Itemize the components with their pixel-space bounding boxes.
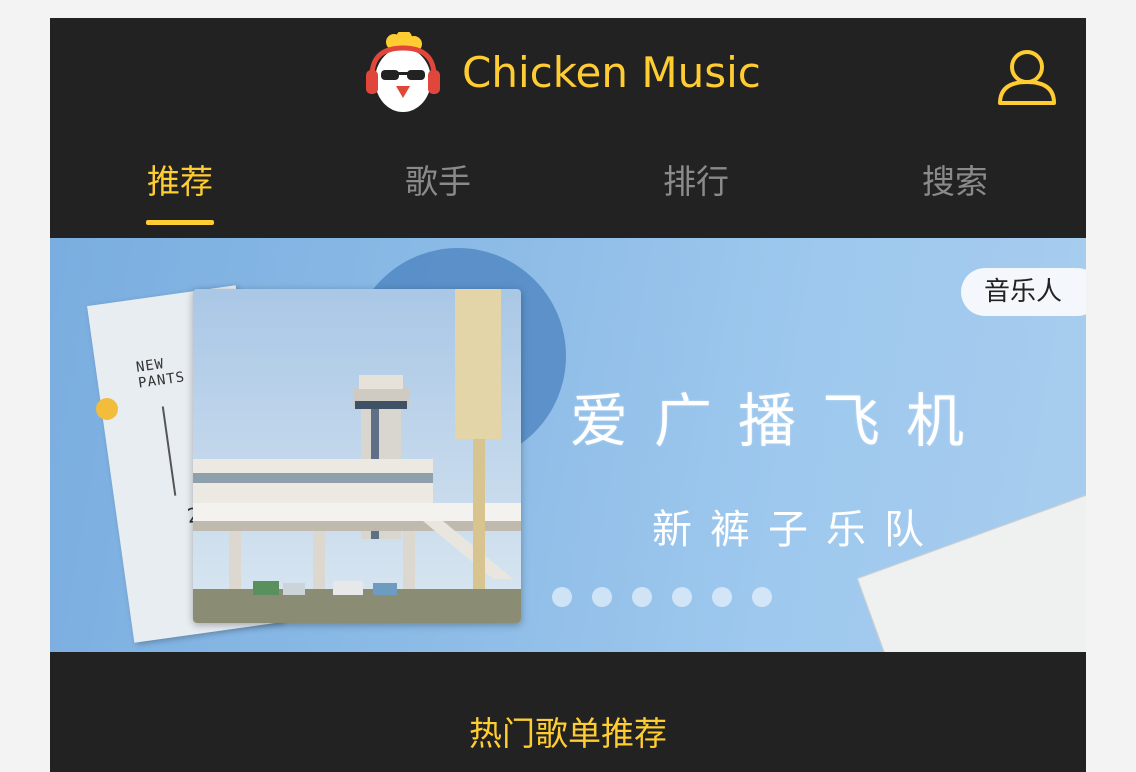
banner-photo <box>193 289 521 623</box>
tab-recommend[interactable]: 推荐 <box>115 158 245 206</box>
banner-slider[interactable]: NEWPANTS 20 <box>50 238 1086 652</box>
user-icon[interactable] <box>996 48 1058 106</box>
app-container: Chicken Music 推荐 歌手 排行 搜索 NEWPANTS 20 <box>50 18 1086 772</box>
ticket-line <box>161 406 177 496</box>
app-header: Chicken Music <box>50 18 1086 136</box>
slider-dot[interactable] <box>552 587 572 607</box>
hot-playlist-title: 热门歌单推荐 <box>469 714 667 753</box>
active-tab-indicator <box>146 220 214 225</box>
banner-tag: 音乐人 <box>984 277 1063 307</box>
tab-search[interactable]: 搜索 <box>890 158 1020 206</box>
slider-dot[interactable] <box>672 587 692 607</box>
slider-dot[interactable] <box>712 587 732 607</box>
slider-dot[interactable] <box>592 587 612 607</box>
chicken-logo-icon <box>366 32 440 112</box>
ticket-dot-decoration <box>96 398 118 420</box>
slider-dot[interactable] <box>752 587 772 607</box>
tab-bar: 推荐 歌手 排行 搜索 <box>50 148 1086 228</box>
app-title: Chicken Music <box>462 48 761 97</box>
banner-title: 爱广播飞机 <box>570 387 991 455</box>
slider-dot[interactable] <box>632 587 652 607</box>
tab-singer[interactable]: 歌手 <box>373 158 503 206</box>
ticket-print: NEW PANTS <box>135 356 187 392</box>
tab-rank[interactable]: 排行 <box>631 158 761 206</box>
slider-dots <box>50 587 1086 609</box>
banner-subtitle: 新裤子乐队 <box>652 507 942 553</box>
